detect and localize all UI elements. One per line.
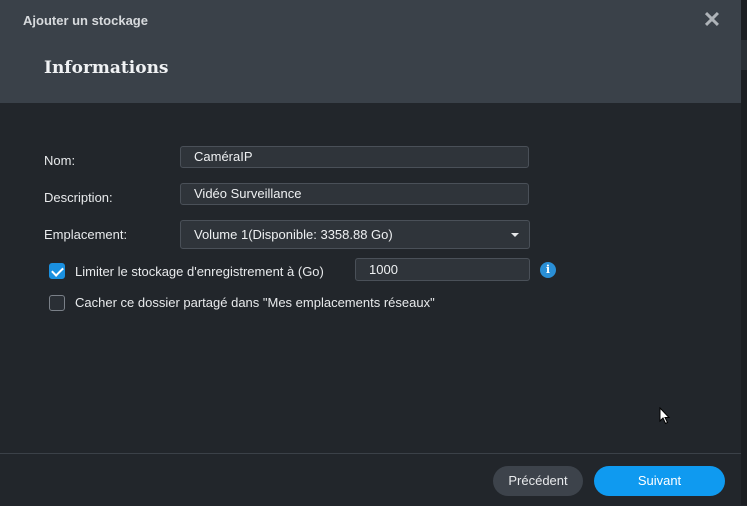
location-label: Emplacement:: [44, 227, 128, 242]
limit-storage-label[interactable]: Limiter le stockage d'enregistrement à (…: [75, 264, 324, 279]
description-input[interactable]: Vidéo Surveillance: [180, 183, 529, 205]
window-edge: [741, 0, 747, 505]
dialog-header: Ajouter un stockage ✕ Informations: [0, 0, 741, 103]
location-select[interactable]: Volume 1(Disponible: 3358.88 Go): [180, 220, 530, 249]
section-title: Informations: [44, 58, 169, 78]
limit-storage-checkbox[interactable]: [49, 263, 65, 279]
next-button[interactable]: Suivant: [594, 466, 725, 496]
hide-folder-label[interactable]: Cacher ce dossier partagé dans "Mes empl…: [75, 295, 435, 310]
info-icon[interactable]: i: [540, 262, 556, 278]
hide-folder-checkbox[interactable]: [49, 295, 65, 311]
limit-storage-input[interactable]: 1000: [355, 258, 530, 281]
mouse-cursor-icon: [659, 407, 671, 425]
description-label: Description:: [44, 190, 113, 205]
close-icon[interactable]: ✕: [702, 9, 722, 31]
name-input[interactable]: CaméraIP: [180, 146, 529, 168]
previous-button[interactable]: Précédent: [493, 466, 583, 496]
location-select-value: Volume 1(Disponible: 3358.88 Go): [194, 227, 393, 242]
dialog-title: Ajouter un stockage: [23, 13, 148, 28]
name-label: Nom:: [44, 153, 76, 168]
chevron-down-icon: [511, 233, 519, 237]
